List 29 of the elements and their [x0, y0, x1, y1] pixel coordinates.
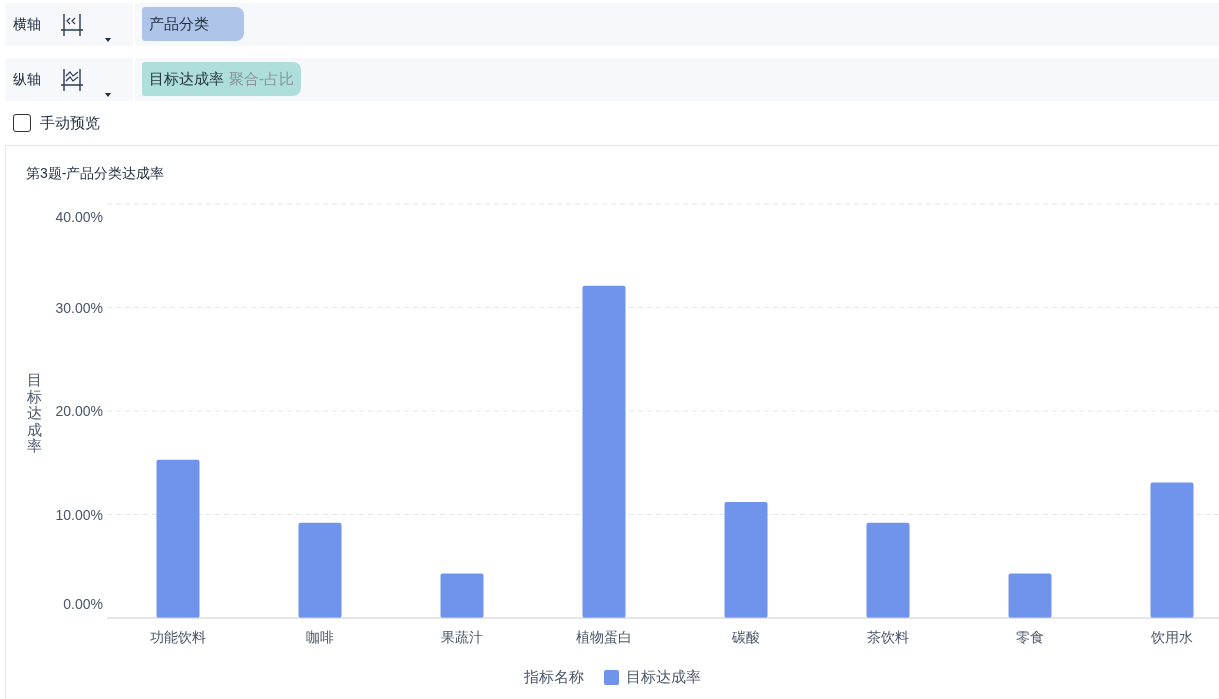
- y-tick-label: 40.00%: [55, 209, 103, 225]
- chart-title: 第3题-产品分类达成率: [26, 164, 165, 183]
- x-tick-label: 茶饮料: [867, 629, 909, 645]
- bar: [1008, 573, 1052, 618]
- legend-title: 指标名称: [524, 667, 584, 687]
- field-chip[interactable]: 产品分类: [142, 7, 244, 41]
- axis-icon[interactable]: [61, 66, 83, 93]
- x-tick-label: 饮用水: [1151, 629, 1193, 645]
- x-tick-label: 果蔬汁: [441, 629, 483, 645]
- y-axis-title: 目标达成率: [27, 372, 42, 455]
- caret-icon[interactable]: [105, 93, 111, 97]
- checkbox-label: 手动预览: [40, 112, 100, 133]
- y-tick-label: 0.00%: [63, 596, 103, 612]
- axis-label: 横轴: [13, 15, 41, 34]
- x-tick-label: 碳酸: [732, 629, 760, 645]
- y-tick-label: 10.00%: [55, 506, 103, 523]
- axis-icon[interactable]: [61, 11, 83, 38]
- x-tick-label: 零食: [1016, 629, 1044, 645]
- checkbox[interactable]: [13, 114, 31, 132]
- x-tick-label: 植物蛋白: [576, 629, 632, 645]
- y-tick-label: 30.00%: [55, 299, 103, 316]
- field-chip[interactable]: 目标达成率 聚合-占比: [142, 62, 301, 96]
- bar: [440, 573, 484, 618]
- x-tick-label: 功能饮料: [150, 629, 206, 645]
- axis-label: 纵轴: [13, 70, 41, 89]
- caret-icon[interactable]: [105, 38, 111, 42]
- x-tick-label: 咖啡: [306, 629, 334, 645]
- y-tick-label: 20.00%: [55, 403, 103, 419]
- legend-label[interactable]: 目标达成率: [626, 666, 701, 689]
